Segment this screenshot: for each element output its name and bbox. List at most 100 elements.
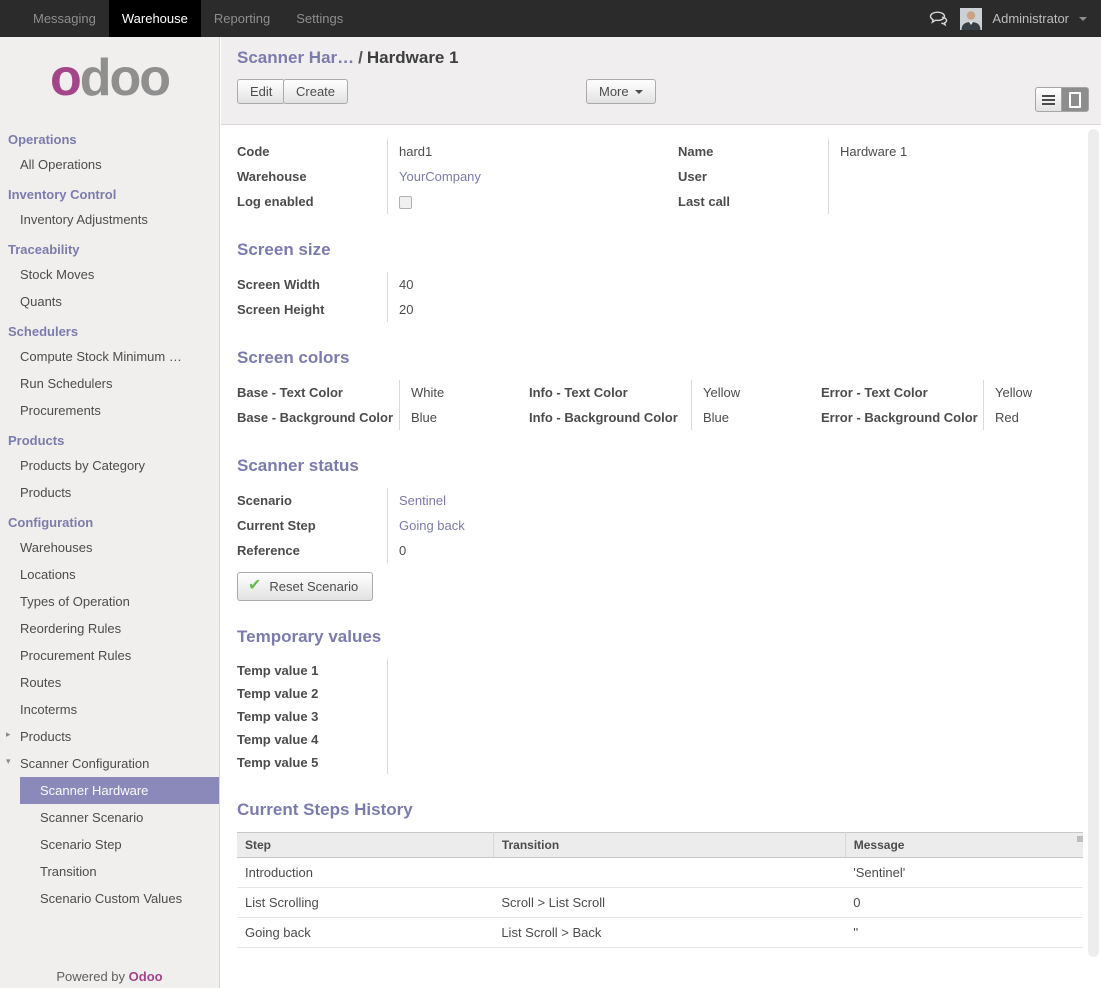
field-label: Temp value 5 [237, 751, 387, 774]
list-view-button[interactable] [1035, 87, 1062, 112]
sidebar-item-products-config[interactable]: ▸Products [0, 723, 219, 750]
field-label: Error - Background Color [821, 405, 983, 430]
field-base-background-color: Base - Background Color Blue [237, 405, 499, 430]
field-value [828, 164, 1083, 189]
field-value: Yellow [691, 380, 791, 405]
current-step-link[interactable]: Going back [399, 518, 465, 533]
scenario-link[interactable]: Sentinel [399, 493, 446, 508]
field-temp-value-1: Temp value 1 [237, 659, 641, 682]
menu-settings[interactable]: Settings [283, 0, 356, 37]
odoo-brand-link[interactable]: Odoo [129, 969, 163, 984]
screen-size-group: Screen Width 40 Screen Height 20 [237, 272, 641, 322]
section-title-current-steps-history: Current Steps History [237, 800, 1083, 820]
field-base-text-color: Base - Text Color White [237, 380, 499, 405]
sidebar-section-configuration: Configuration [0, 506, 219, 534]
topbar-right: Administrator [929, 0, 1087, 37]
field-label: Screen Height [237, 297, 387, 322]
sidebar-section-traceability: Traceability [0, 233, 219, 261]
field-value: Blue [691, 405, 791, 430]
sidebar-item-quants[interactable]: Quants [0, 288, 219, 315]
field-value: 0 [387, 538, 641, 563]
chat-icon[interactable] [929, 11, 950, 27]
create-button[interactable]: Create [283, 79, 348, 104]
sidebar-item-inventory-adjustments[interactable]: Inventory Adjustments [0, 206, 219, 233]
sidebar-item-procurements[interactable]: Procurements [0, 397, 219, 424]
sidebar-item-products-by-category[interactable]: Products by Category [0, 452, 219, 479]
field-label: Scenario [237, 488, 387, 513]
breadcrumb-parent[interactable]: Scanner Har… [237, 48, 354, 67]
field-log-enabled: Log enabled [237, 189, 642, 214]
field-value: Red [983, 405, 1083, 430]
sidebar-item-scanner-scenario[interactable]: Scanner Scenario [0, 804, 219, 831]
sidebar-item-all-operations[interactable]: All Operations [0, 151, 219, 178]
field-value: 40 [387, 272, 641, 297]
field-label: Base - Background Color [237, 405, 399, 430]
sidebar-item-scenario-step[interactable]: Scenario Step [0, 831, 219, 858]
sidebar-item-procurement-rules[interactable]: Procurement Rules [0, 642, 219, 669]
sidebar-item-types-of-operation[interactable]: Types of Operation [0, 588, 219, 615]
edit-button[interactable]: Edit [237, 79, 285, 104]
sidebar-item-scanner-configuration[interactable]: ▾Scanner Configuration [0, 750, 219, 777]
sidebar-item-scenario-custom-values[interactable]: Scenario Custom Values [0, 885, 219, 912]
history-row[interactable]: Introduction 'Sentinel' [237, 858, 1083, 888]
field-value: Blue [399, 405, 499, 430]
column-header-step[interactable]: Step [237, 833, 493, 858]
breadcrumb: Scanner Har…/Hardware 1 [237, 47, 1085, 69]
sidebar-item-locations[interactable]: Locations [0, 561, 219, 588]
sidebar-item-warehouses[interactable]: Warehouses [0, 534, 219, 561]
field-label: Temp value 3 [237, 705, 387, 728]
section-title-temporary-values: Temporary values [237, 627, 1083, 647]
form-view-button[interactable] [1062, 87, 1089, 112]
sidebar-item-transition[interactable]: Transition [0, 858, 219, 885]
field-label: Code [237, 139, 387, 164]
field-temp-value-3: Temp value 3 [237, 705, 641, 728]
history-table: Step Transition Message Introduction 'Se… [237, 832, 1083, 948]
field-reference: Reference 0 [237, 538, 641, 563]
field-label: Current Step [237, 513, 387, 538]
field-error-background-color: Error - Background Color Red [821, 405, 1083, 430]
menu-reporting[interactable]: Reporting [201, 0, 283, 37]
menu-messaging[interactable]: Messaging [20, 0, 109, 37]
powered-by: Powered by Odoo [0, 969, 219, 984]
field-label: Warehouse [237, 164, 387, 189]
section-title-screen-size: Screen size [237, 240, 1083, 260]
field-label: Reference [237, 538, 387, 563]
reset-scenario-button[interactable]: ✔Reset Scenario [237, 572, 373, 601]
view-switcher [1035, 87, 1089, 112]
sidebar-item-incoterms[interactable]: Incoterms [0, 696, 219, 723]
vertical-scrollbar[interactable] [1088, 129, 1099, 957]
sidebar-item-scanner-hardware[interactable]: Scanner Hardware [20, 777, 219, 804]
breadcrumb-separator: / [354, 48, 367, 67]
column-header-message[interactable]: Message [845, 833, 1083, 858]
column-header-transition[interactable]: Transition [493, 833, 845, 858]
field-value [387, 728, 641, 751]
cell-message: 0 [845, 888, 1083, 918]
history-row[interactable]: Going back List Scroll > Back '' [237, 918, 1083, 948]
toolbar: Edit Create More [237, 79, 1085, 105]
menu-warehouse[interactable]: Warehouse [109, 0, 201, 37]
sidebar-item-routes[interactable]: Routes [0, 669, 219, 696]
resize-gripper-icon[interactable] [1077, 836, 1083, 842]
field-value: White [399, 380, 499, 405]
sidebar-item-stock-moves[interactable]: Stock Moves [0, 261, 219, 288]
field-label: Screen Width [237, 272, 387, 297]
field-label: Error - Text Color [821, 380, 983, 405]
main-content: Scanner Har…/Hardware 1 Edit Create More… [221, 37, 1101, 988]
avatar[interactable] [960, 8, 982, 30]
user-menu[interactable]: Administrator [992, 11, 1069, 26]
field-value [387, 751, 641, 774]
sidebar-section-operations: Operations [0, 123, 219, 151]
odoo-logo[interactable]: odoo [0, 49, 219, 109]
cell-step: Introduction [237, 858, 493, 888]
warehouse-link[interactable]: YourCompany [399, 169, 481, 184]
sidebar-item-run-schedulers[interactable]: Run Schedulers [0, 370, 219, 397]
history-row[interactable]: List Scrolling Scroll > List Scroll 0 [237, 888, 1083, 918]
sidebar-item-reordering-rules[interactable]: Reordering Rules [0, 615, 219, 642]
cell-message: 'Sentinel' [845, 858, 1083, 888]
log-enabled-checkbox[interactable] [399, 196, 412, 209]
sidebar-item-products[interactable]: Products [0, 479, 219, 506]
more-button[interactable]: More [586, 79, 656, 104]
field-temp-value-5: Temp value 5 [237, 751, 641, 774]
sidebar-item-compute-stock-minimum[interactable]: Compute Stock Minimum … [0, 343, 219, 370]
field-label: User [678, 164, 828, 189]
